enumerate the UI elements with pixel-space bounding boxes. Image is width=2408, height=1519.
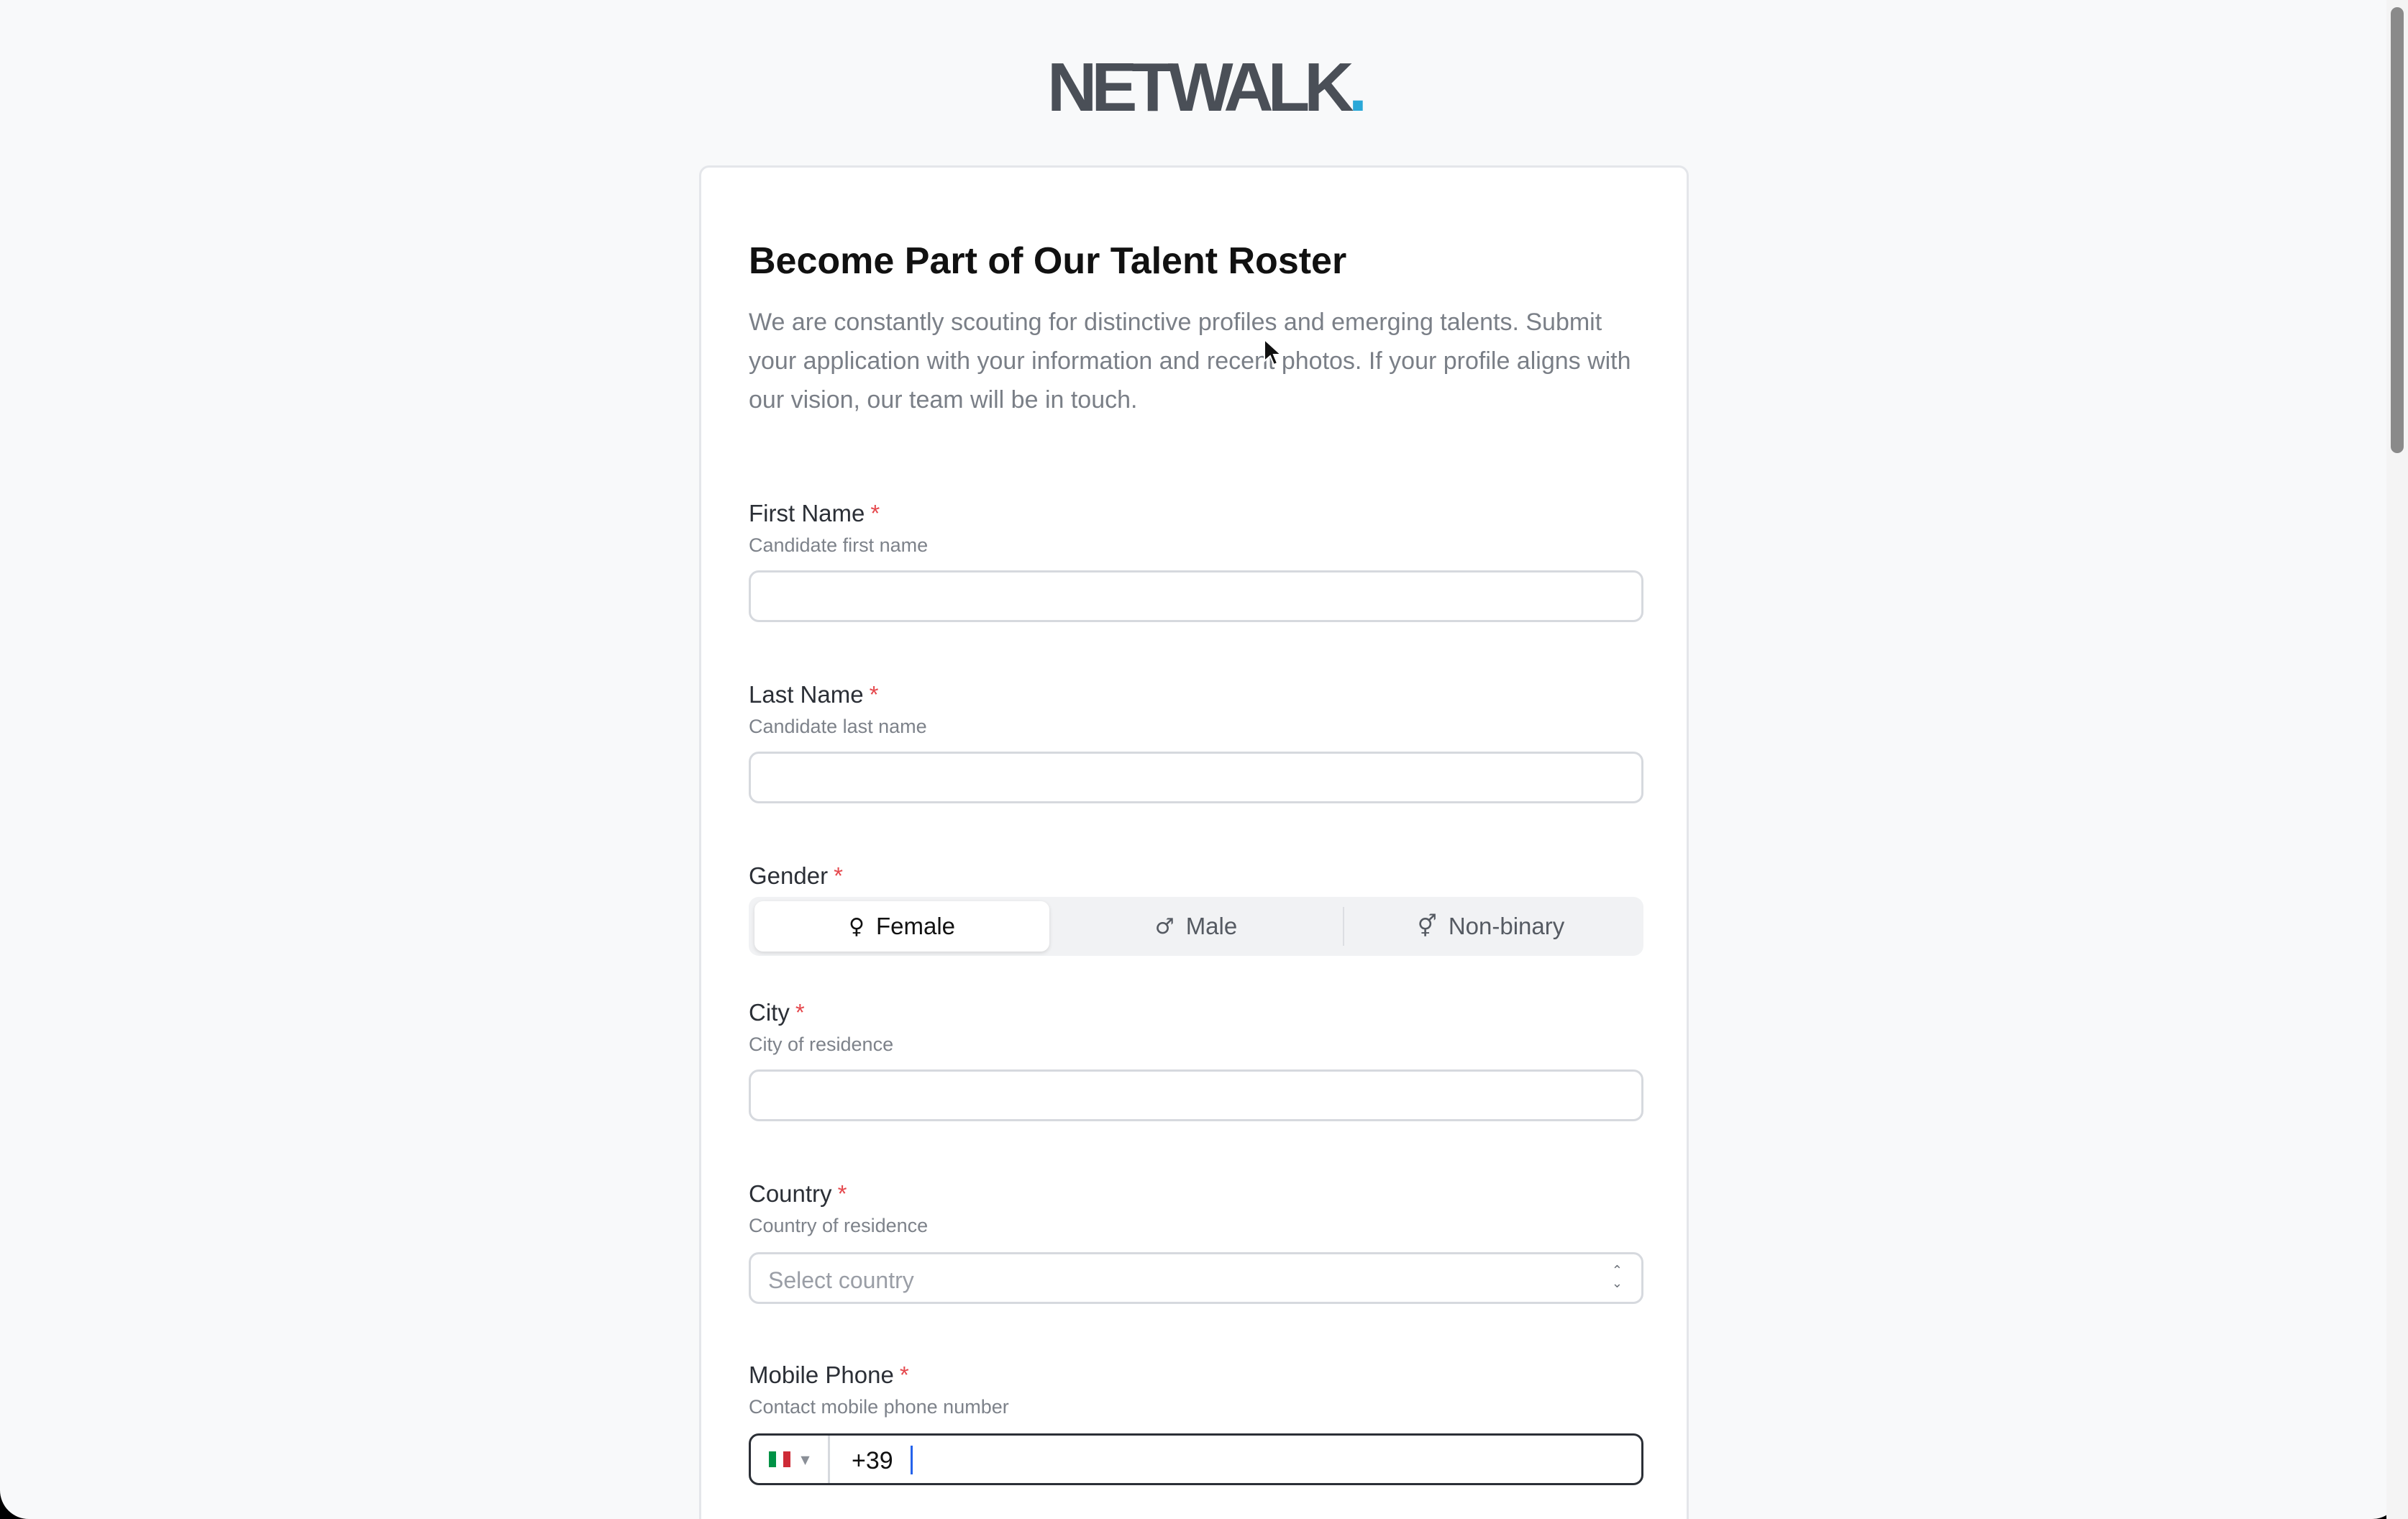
required-asterisk: * — [837, 1180, 847, 1207]
city-input[interactable] — [749, 1069, 1643, 1121]
last-name-label-text: Last Name — [749, 681, 864, 708]
mobile-phone-help: Contact mobile phone number — [749, 1396, 1009, 1418]
italy-flag-icon — [769, 1451, 791, 1467]
gender-label-text: Gender — [749, 862, 829, 889]
caret-down-icon: ▼ — [801, 1452, 810, 1466]
gender-option-female[interactable]: ♀ Female — [754, 901, 1049, 952]
city-label: City * — [749, 999, 805, 1026]
scrollbar[interactable] — [2386, 0, 2408, 1519]
male-symbol-icon: ♂ — [1154, 913, 1175, 939]
first-name-help: Candidate first name — [749, 534, 929, 556]
gender-option-label: Female — [875, 913, 956, 939]
gender-option-male[interactable]: ♂ Male — [1049, 901, 1343, 952]
required-asterisk: * — [899, 1361, 909, 1388]
required-asterisk: * — [869, 681, 879, 708]
mobile-phone-input[interactable]: ▼ +39 — [749, 1433, 1643, 1485]
mouse-pointer-icon — [1264, 338, 1283, 366]
required-asterisk: * — [795, 999, 805, 1026]
gender-option-non-binary[interactable]: ⚥ Non-binary — [1344, 901, 1638, 952]
mobile-phone-label: Mobile Phone * — [749, 1361, 909, 1389]
gender-segmented-control: ♀ Female ♂ Male ⚥ Non-binary — [749, 897, 1643, 956]
country-label-text: Country — [749, 1180, 832, 1207]
female-symbol-icon: ♀ — [848, 913, 865, 939]
non-binary-symbol-icon: ⚥ — [1417, 913, 1437, 939]
logo-text: NETWALK — [1047, 49, 1354, 126]
city-help: City of residence — [749, 1034, 894, 1055]
application-form-card: Become Part of Our Talent Roster We are … — [699, 165, 1689, 1519]
logo-dot: . — [1348, 49, 1368, 126]
required-asterisk: * — [834, 862, 843, 889]
gender-option-label: Male — [1185, 913, 1238, 939]
screen: NETWALK. Become Part of Our Talent Roste… — [0, 0, 2408, 1519]
form-description: We are constantly scouting for distincti… — [749, 309, 1631, 414]
mobile-phone-label-text: Mobile Phone — [749, 1361, 894, 1388]
last-name-label: Last Name * — [749, 681, 878, 708]
chevron-up-down-icon: ⌃ ⌄ — [1611, 1263, 1623, 1291]
first-name-label: First Name * — [749, 500, 880, 527]
last-name-help: Candidate last name — [749, 716, 927, 737]
phone-number-value: +39 — [852, 1447, 893, 1474]
first-name-label-text: First Name — [749, 500, 865, 526]
last-name-input[interactable] — [749, 752, 1643, 803]
country-select[interactable]: Select country ⌃ ⌄ — [749, 1252, 1643, 1304]
required-asterisk: * — [870, 500, 880, 526]
browser-viewport: NETWALK. Become Part of Our Talent Roste… — [0, 0, 2401, 1519]
country-label: Country * — [749, 1180, 847, 1208]
country-help: Country of residence — [749, 1215, 929, 1236]
form-title: Become Part of Our Talent Roster — [749, 240, 1347, 282]
first-name-input[interactable] — [749, 570, 1643, 622]
gender-label: Gender * — [749, 862, 843, 890]
scrollbar-thumb[interactable] — [2391, 7, 2404, 453]
country-select-placeholder: Select country — [768, 1267, 914, 1293]
netwalk-logo: NETWALK. — [1047, 53, 1367, 122]
text-caret — [911, 1446, 913, 1474]
phone-country-selector[interactable]: ▼ — [751, 1436, 830, 1483]
city-label-text: City — [749, 999, 790, 1026]
gender-option-label: Non-binary — [1448, 913, 1565, 939]
